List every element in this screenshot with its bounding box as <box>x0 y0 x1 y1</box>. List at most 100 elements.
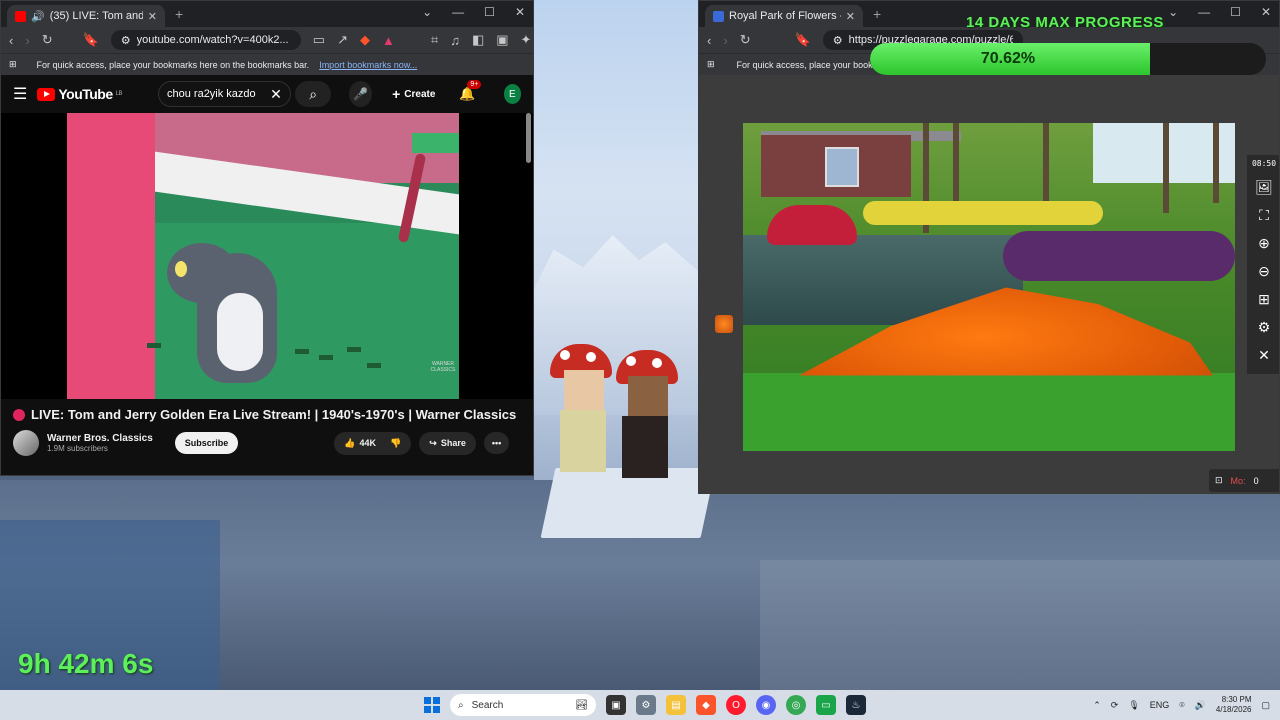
page-scrollbar[interactable] <box>526 113 531 163</box>
progress-percent: 70.62% <box>980 50 1036 67</box>
tab-puzzle[interactable]: Royal Park of Flowers - Keukenhof ✕ <box>705 5 863 27</box>
wifi-icon[interactable]: ⌾ <box>1179 700 1184 711</box>
search-button[interactable]: ⌕ <box>294 81 332 107</box>
settings-app-icon[interactable]: ⚙ <box>636 695 656 715</box>
site-info-icon[interactable]: ⚙ <box>833 34 843 47</box>
sidebar-icon[interactable]: ◧ <box>472 32 484 48</box>
wallet-icon[interactable]: ▣ <box>496 32 508 48</box>
settings-icon[interactable]: ⚙ <box>1258 319 1271 336</box>
cast-icon[interactable]: ▭ <box>313 32 325 48</box>
brave-browser-icon[interactable]: ◆ <box>696 695 716 715</box>
bookmark-icon[interactable]: 🔖 <box>83 32 99 48</box>
hamburger-menu-icon[interactable]: ☰ <box>13 84 27 104</box>
close-tab-icon[interactable]: ✕ <box>148 10 157 23</box>
voice-search-button[interactable]: 🎤 <box>349 81 373 107</box>
loose-puzzle-piece[interactable] <box>715 315 733 333</box>
close-icon[interactable]: ✕ <box>1258 347 1270 364</box>
zoom-in-icon[interactable]: ⊕ <box>1258 235 1270 252</box>
puzzle-image[interactable] <box>743 123 1235 451</box>
leo-icon[interactable]: ✦ <box>521 32 532 48</box>
notifications-button[interactable]: 🔔 9+ <box>459 80 482 102</box>
system-clock[interactable]: 8:30 PM 4/18/2026 <box>1216 695 1252 714</box>
forward-icon[interactable]: › <box>723 33 727 48</box>
youtube-search-input[interactable]: chou ra2yik kazdo ✕ <box>158 81 291 107</box>
back-icon[interactable]: ‹ <box>9 33 13 48</box>
file-explorer-icon[interactable]: ▤ <box>666 695 686 715</box>
opera-icon[interactable]: O <box>726 695 746 715</box>
video-title: LIVE: Tom and Jerry Golden Era Live Stre… <box>31 407 517 422</box>
microphone-icon: 🎤 <box>353 87 369 101</box>
taskbar-search[interactable]: ⌕ Search 🏞 <box>450 694 596 716</box>
maximize-icon[interactable]: ☐ <box>484 5 495 19</box>
clear-search-icon[interactable]: ✕ <box>270 86 282 103</box>
terminal-icon[interactable]: ▭ <box>816 695 836 715</box>
bookmarks-hint: For quick access, place your bookmarks h… <box>36 59 310 70</box>
thumbs-down-icon[interactable]: 👎 <box>390 438 401 449</box>
create-button[interactable]: + Create <box>392 86 435 102</box>
minimize-icon[interactable]: — <box>452 5 464 19</box>
more-actions-button[interactable]: ••• <box>483 432 510 454</box>
video-player[interactable]: WARNER CLASSICS <box>1 113 533 399</box>
zoom-out-icon[interactable]: ⊖ <box>1258 263 1270 280</box>
discord-icon[interactable]: ◉ <box>756 695 776 715</box>
url-text: youtube.com/watch?v=400k2... <box>136 34 289 46</box>
apps-icon[interactable]: ⊞ <box>707 59 715 70</box>
microphone-tray-icon[interactable]: 🎙 <box>1128 700 1139 711</box>
subscribe-button[interactable]: Subscribe <box>174 432 239 454</box>
live-indicator-icon <box>13 408 25 421</box>
close-tab-icon[interactable]: ✕ <box>846 10 855 23</box>
chrome-icon[interactable]: ◎ <box>786 695 806 715</box>
channel-name[interactable]: Warner Bros. Classics <box>47 433 153 444</box>
puzzle-clock: 08:50 <box>1251 159 1277 168</box>
speaker-icon[interactable]: 🔊 <box>31 10 45 23</box>
puzzle-board[interactable]: 08:50 🖼 ⛶ ⊕ ⊖ ⊞ ⚙ ✕ ⊡ Mo: 0 → <box>699 75 1279 493</box>
brave-shield-icon[interactable]: ◆ <box>360 32 370 48</box>
tab-list-icon[interactable]: ⌄ <box>1168 5 1178 19</box>
youtube-logo[interactable]: YouTube LB <box>37 86 123 102</box>
pieces-icon[interactable]: ⊡ <box>1215 475 1223 486</box>
site-info-icon[interactable]: ⚙ <box>121 34 131 47</box>
forward-icon[interactable]: › <box>25 33 29 48</box>
game-ice-block <box>540 468 716 538</box>
notification-center-icon[interactable]: ▢ <box>1261 700 1270 711</box>
steam-icon[interactable]: ♨ <box>846 695 866 715</box>
start-button[interactable] <box>424 697 440 713</box>
maximize-icon[interactable]: ☐ <box>1230 5 1241 19</box>
new-tab-button[interactable]: + <box>873 6 881 22</box>
volume-icon[interactable]: 🔊 <box>1195 700 1206 711</box>
apps-icon[interactable]: ⊞ <box>9 59 17 70</box>
tab-list-icon[interactable]: ⌄ <box>422 5 432 19</box>
new-tab-button[interactable]: + <box>175 6 183 22</box>
account-avatar[interactable]: E <box>503 84 521 104</box>
chevron-up-icon[interactable]: ⌃ <box>1093 700 1101 711</box>
tab-youtube[interactable]: 🔊 (35) LIVE: Tom and Jerry Golden Era ✕ <box>7 5 165 27</box>
fullscreen-icon[interactable]: ⛶ <box>1259 207 1269 224</box>
media-icon[interactable]: ♫ <box>450 33 460 48</box>
tab-notification-count: (35) <box>49 10 70 22</box>
image-preview-icon[interactable]: 🖼 <box>1255 179 1273 196</box>
screenshot-icon[interactable]: ⌗ <box>431 32 438 48</box>
minimize-icon[interactable]: — <box>1198 5 1210 19</box>
back-icon[interactable]: ‹ <box>707 33 711 48</box>
moves-value: 0 <box>1253 475 1259 486</box>
share-icon[interactable]: ↗ <box>337 32 348 48</box>
sync-icon[interactable]: ⟳ <box>1111 700 1119 711</box>
brave-rewards-icon[interactable]: ▲ <box>382 33 395 48</box>
plus-icon: + <box>392 86 401 102</box>
task-view-icon[interactable]: ▣ <box>606 695 626 715</box>
progress-title: 14 DAYS MAX PROGRESS <box>966 14 1164 31</box>
close-window-icon[interactable]: ✕ <box>515 5 525 19</box>
grid-icon[interactable]: ⊞ <box>1258 291 1270 308</box>
like-button[interactable]: 👍 44K 👎 <box>334 431 412 455</box>
import-bookmarks-link[interactable]: Import bookmarks now... <box>319 60 417 70</box>
reload-icon[interactable]: ↻ <box>42 32 53 48</box>
share-button[interactable]: ↪ Share <box>419 431 476 455</box>
search-highlight-icon: 🏞 <box>575 699 588 711</box>
close-window-icon[interactable]: ✕ <box>1261 5 1271 19</box>
bookmark-icon[interactable]: 🔖 <box>795 32 811 48</box>
notification-badge: 9+ <box>467 80 482 89</box>
channel-avatar[interactable] <box>13 430 39 456</box>
language-indicator[interactable]: ENG <box>1150 700 1170 710</box>
reload-icon[interactable]: ↻ <box>740 32 751 48</box>
address-bar[interactable]: ⚙ youtube.com/watch?v=400k2... <box>110 30 301 50</box>
